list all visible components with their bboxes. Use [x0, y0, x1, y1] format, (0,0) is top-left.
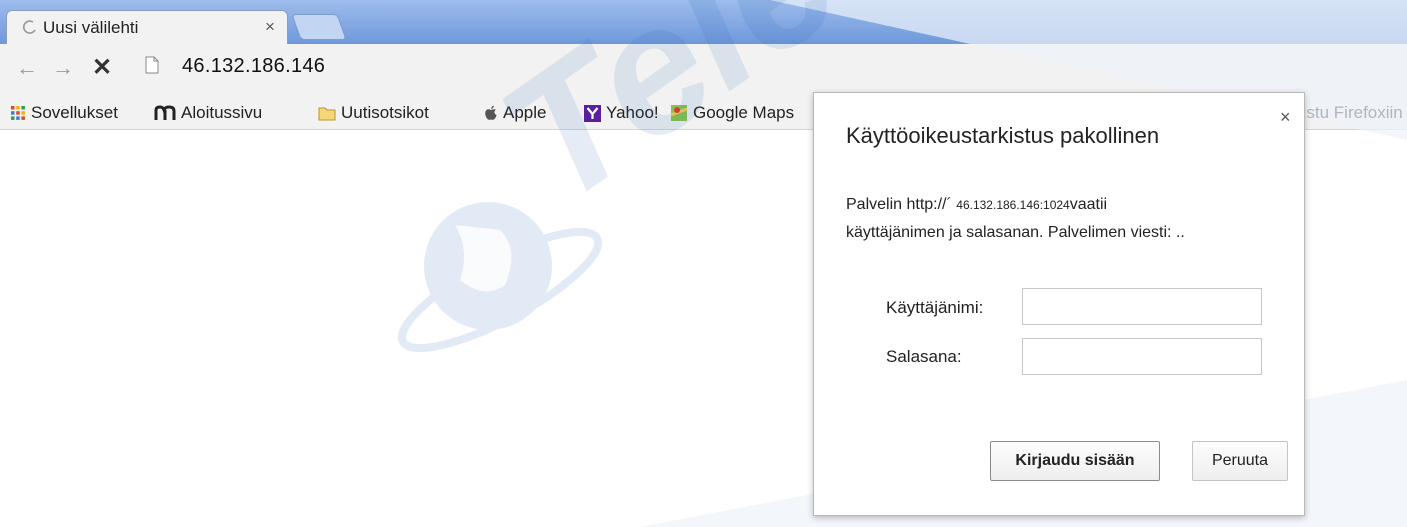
stop-loading-icon[interactable]: ✕ — [92, 56, 112, 80]
message-line1-suffix: vaatii — [1069, 196, 1108, 213]
password-label: Salasana: — [886, 347, 962, 366]
bookmark-uutisotsikot[interactable]: Uutisotsikot — [318, 102, 429, 124]
loading-spinner-icon — [23, 20, 36, 34]
bookmark-apple[interactable]: Apple — [484, 102, 546, 124]
bookmark-label: Yahoo! — [606, 103, 659, 122]
bookmark-label: Uutisotsikot — [341, 103, 429, 122]
yahoo-icon — [584, 104, 601, 122]
folder-icon — [318, 107, 336, 120]
forward-arrow-icon[interactable]: → — [52, 56, 74, 80]
dialog-title: Käyttöoikeustarkistus pakollinen — [846, 123, 1160, 148]
auth-dialog: Käyttöoikeustarkistus pakollinen × Palve… — [813, 92, 1305, 516]
message-prefix: Palvelin http://´ — [846, 196, 952, 213]
password-input[interactable] — [1022, 338, 1262, 375]
bookmark-apps[interactable]: Sovellukset — [10, 102, 118, 124]
m-logo-icon — [154, 105, 176, 120]
tab-title: Uusi välilehti — [43, 18, 139, 37]
username-label: Käyttäjänimi: — [886, 298, 984, 317]
bookmark-label: Aloitussivu — [181, 103, 263, 122]
bookmark-google-maps[interactable]: Google Maps — [670, 102, 810, 124]
message-line2: käyttäjänimen ja salasanan. Palvelimen v… — [846, 224, 1185, 241]
apps-grid-icon — [11, 106, 25, 120]
globe-logo-icon — [397, 202, 603, 353]
apple-icon — [485, 105, 497, 120]
new-tab-button[interactable] — [291, 14, 347, 40]
maps-icon — [670, 105, 688, 121]
username-input[interactable] — [1022, 288, 1262, 325]
cancel-button[interactable]: Peruuta — [1192, 441, 1288, 481]
bookmark-yahoo[interactable]: Yahoo! — [584, 102, 659, 124]
bookmark-aloitussivu[interactable]: Aloitussivu — [154, 102, 262, 124]
tab-close-icon[interactable]: × — [265, 17, 275, 37]
bookmark-label: Apple — [503, 103, 547, 122]
tab-new-tab[interactable]: Uusi välilehti × — [6, 10, 288, 44]
dialog-close-icon[interactable]: × — [1280, 107, 1291, 128]
bookmark-label: Sovellukset — [31, 103, 118, 122]
tab-strip: Uusi välilehti × — [0, 0, 1407, 44]
address-bar[interactable]: 46.132.186.146 — [182, 55, 325, 78]
dialog-message: Palvelin http://´ 46.132.186.146:1024vaa… — [846, 191, 1286, 247]
page-icon — [145, 56, 159, 74]
login-button[interactable]: Kirjaudu sisään — [990, 441, 1160, 481]
message-server: 46.132.186.146:1024 — [956, 198, 1070, 212]
back-arrow-icon[interactable]: ← — [16, 56, 38, 80]
bookmark-label: Google Maps — [693, 103, 795, 122]
toolbar: ← → ✕ 46.132.186.146 — [0, 44, 1407, 98]
